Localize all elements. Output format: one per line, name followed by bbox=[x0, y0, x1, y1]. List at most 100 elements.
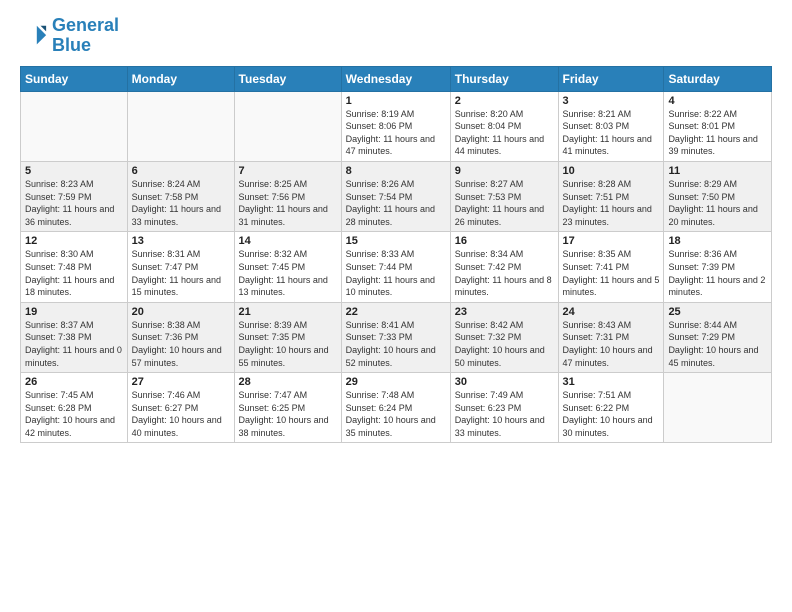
calendar-cell: 28Sunrise: 7:47 AM Sunset: 6:25 PM Dayli… bbox=[234, 373, 341, 443]
calendar-cell: 5Sunrise: 8:23 AM Sunset: 7:59 PM Daylig… bbox=[21, 161, 128, 231]
day-info: Sunrise: 8:34 AM Sunset: 7:42 PM Dayligh… bbox=[455, 248, 554, 298]
calendar-table: SundayMondayTuesdayWednesdayThursdayFrid… bbox=[20, 66, 772, 444]
calendar-cell: 22Sunrise: 8:41 AM Sunset: 7:33 PM Dayli… bbox=[341, 302, 450, 372]
calendar-cell: 21Sunrise: 8:39 AM Sunset: 7:35 PM Dayli… bbox=[234, 302, 341, 372]
day-info: Sunrise: 8:43 AM Sunset: 7:31 PM Dayligh… bbox=[563, 319, 660, 369]
calendar-cell: 16Sunrise: 8:34 AM Sunset: 7:42 PM Dayli… bbox=[450, 232, 558, 302]
day-number: 7 bbox=[239, 165, 337, 177]
day-info: Sunrise: 7:46 AM Sunset: 6:27 PM Dayligh… bbox=[132, 389, 230, 439]
day-number: 17 bbox=[563, 235, 660, 247]
calendar-cell bbox=[127, 91, 234, 161]
logo-text: General Blue bbox=[52, 16, 119, 56]
calendar-cell: 19Sunrise: 8:37 AM Sunset: 7:38 PM Dayli… bbox=[21, 302, 128, 372]
day-number: 19 bbox=[25, 306, 123, 318]
day-number: 30 bbox=[455, 376, 554, 388]
weekday-header-tuesday: Tuesday bbox=[234, 66, 341, 91]
calendar-week-row: 26Sunrise: 7:45 AM Sunset: 6:28 PM Dayli… bbox=[21, 373, 772, 443]
weekday-header-saturday: Saturday bbox=[664, 66, 772, 91]
day-number: 22 bbox=[346, 306, 446, 318]
calendar-cell: 17Sunrise: 8:35 AM Sunset: 7:41 PM Dayli… bbox=[558, 232, 664, 302]
day-number: 21 bbox=[239, 306, 337, 318]
day-number: 9 bbox=[455, 165, 554, 177]
calendar-cell: 1Sunrise: 8:19 AM Sunset: 8:06 PM Daylig… bbox=[341, 91, 450, 161]
weekday-header-friday: Friday bbox=[558, 66, 664, 91]
day-info: Sunrise: 7:48 AM Sunset: 6:24 PM Dayligh… bbox=[346, 389, 446, 439]
calendar-cell: 24Sunrise: 8:43 AM Sunset: 7:31 PM Dayli… bbox=[558, 302, 664, 372]
day-number: 23 bbox=[455, 306, 554, 318]
day-info: Sunrise: 7:51 AM Sunset: 6:22 PM Dayligh… bbox=[563, 389, 660, 439]
day-number: 20 bbox=[132, 306, 230, 318]
calendar-cell bbox=[664, 373, 772, 443]
day-info: Sunrise: 8:25 AM Sunset: 7:56 PM Dayligh… bbox=[239, 178, 337, 228]
calendar-cell: 11Sunrise: 8:29 AM Sunset: 7:50 PM Dayli… bbox=[664, 161, 772, 231]
day-number: 26 bbox=[25, 376, 123, 388]
day-info: Sunrise: 8:27 AM Sunset: 7:53 PM Dayligh… bbox=[455, 178, 554, 228]
day-info: Sunrise: 8:31 AM Sunset: 7:47 PM Dayligh… bbox=[132, 248, 230, 298]
day-number: 24 bbox=[563, 306, 660, 318]
day-number: 29 bbox=[346, 376, 446, 388]
calendar-cell: 13Sunrise: 8:31 AM Sunset: 7:47 PM Dayli… bbox=[127, 232, 234, 302]
day-info: Sunrise: 8:26 AM Sunset: 7:54 PM Dayligh… bbox=[346, 178, 446, 228]
day-info: Sunrise: 8:24 AM Sunset: 7:58 PM Dayligh… bbox=[132, 178, 230, 228]
day-number: 13 bbox=[132, 235, 230, 247]
calendar-cell bbox=[234, 91, 341, 161]
calendar-cell: 31Sunrise: 7:51 AM Sunset: 6:22 PM Dayli… bbox=[558, 373, 664, 443]
calendar-cell: 25Sunrise: 8:44 AM Sunset: 7:29 PM Dayli… bbox=[664, 302, 772, 372]
weekday-header-monday: Monday bbox=[127, 66, 234, 91]
day-number: 4 bbox=[668, 95, 767, 107]
day-number: 1 bbox=[346, 95, 446, 107]
weekday-header-row: SundayMondayTuesdayWednesdayThursdayFrid… bbox=[21, 66, 772, 91]
day-info: Sunrise: 7:47 AM Sunset: 6:25 PM Dayligh… bbox=[239, 389, 337, 439]
day-number: 16 bbox=[455, 235, 554, 247]
calendar-cell: 26Sunrise: 7:45 AM Sunset: 6:28 PM Dayli… bbox=[21, 373, 128, 443]
calendar-cell: 15Sunrise: 8:33 AM Sunset: 7:44 PM Dayli… bbox=[341, 232, 450, 302]
day-number: 8 bbox=[346, 165, 446, 177]
calendar-week-row: 19Sunrise: 8:37 AM Sunset: 7:38 PM Dayli… bbox=[21, 302, 772, 372]
day-info: Sunrise: 8:28 AM Sunset: 7:51 PM Dayligh… bbox=[563, 178, 660, 228]
day-number: 27 bbox=[132, 376, 230, 388]
calendar-week-row: 5Sunrise: 8:23 AM Sunset: 7:59 PM Daylig… bbox=[21, 161, 772, 231]
day-info: Sunrise: 8:32 AM Sunset: 7:45 PM Dayligh… bbox=[239, 248, 337, 298]
day-info: Sunrise: 8:33 AM Sunset: 7:44 PM Dayligh… bbox=[346, 248, 446, 298]
day-number: 15 bbox=[346, 235, 446, 247]
day-number: 31 bbox=[563, 376, 660, 388]
calendar-cell: 27Sunrise: 7:46 AM Sunset: 6:27 PM Dayli… bbox=[127, 373, 234, 443]
calendar-cell: 6Sunrise: 8:24 AM Sunset: 7:58 PM Daylig… bbox=[127, 161, 234, 231]
day-info: Sunrise: 8:39 AM Sunset: 7:35 PM Dayligh… bbox=[239, 319, 337, 369]
calendar-week-row: 12Sunrise: 8:30 AM Sunset: 7:48 PM Dayli… bbox=[21, 232, 772, 302]
calendar-cell: 2Sunrise: 8:20 AM Sunset: 8:04 PM Daylig… bbox=[450, 91, 558, 161]
weekday-header-wednesday: Wednesday bbox=[341, 66, 450, 91]
day-info: Sunrise: 7:45 AM Sunset: 6:28 PM Dayligh… bbox=[25, 389, 123, 439]
day-info: Sunrise: 8:37 AM Sunset: 7:38 PM Dayligh… bbox=[25, 319, 123, 369]
calendar-cell: 12Sunrise: 8:30 AM Sunset: 7:48 PM Dayli… bbox=[21, 232, 128, 302]
day-info: Sunrise: 8:38 AM Sunset: 7:36 PM Dayligh… bbox=[132, 319, 230, 369]
day-number: 2 bbox=[455, 95, 554, 107]
header: General Blue bbox=[20, 16, 772, 56]
calendar-cell bbox=[21, 91, 128, 161]
calendar-cell: 14Sunrise: 8:32 AM Sunset: 7:45 PM Dayli… bbox=[234, 232, 341, 302]
day-number: 5 bbox=[25, 165, 123, 177]
day-number: 3 bbox=[563, 95, 660, 107]
calendar-cell: 4Sunrise: 8:22 AM Sunset: 8:01 PM Daylig… bbox=[664, 91, 772, 161]
page: General Blue SundayMondayTuesdayWednesda… bbox=[0, 0, 792, 612]
day-number: 12 bbox=[25, 235, 123, 247]
day-number: 25 bbox=[668, 306, 767, 318]
day-info: Sunrise: 7:49 AM Sunset: 6:23 PM Dayligh… bbox=[455, 389, 554, 439]
day-info: Sunrise: 8:23 AM Sunset: 7:59 PM Dayligh… bbox=[25, 178, 123, 228]
day-info: Sunrise: 8:30 AM Sunset: 7:48 PM Dayligh… bbox=[25, 248, 123, 298]
day-info: Sunrise: 8:19 AM Sunset: 8:06 PM Dayligh… bbox=[346, 108, 446, 158]
day-info: Sunrise: 8:21 AM Sunset: 8:03 PM Dayligh… bbox=[563, 108, 660, 158]
logo: General Blue bbox=[20, 16, 119, 56]
day-info: Sunrise: 8:36 AM Sunset: 7:39 PM Dayligh… bbox=[668, 248, 767, 298]
day-info: Sunrise: 8:20 AM Sunset: 8:04 PM Dayligh… bbox=[455, 108, 554, 158]
day-info: Sunrise: 8:41 AM Sunset: 7:33 PM Dayligh… bbox=[346, 319, 446, 369]
day-info: Sunrise: 8:44 AM Sunset: 7:29 PM Dayligh… bbox=[668, 319, 767, 369]
calendar-cell: 30Sunrise: 7:49 AM Sunset: 6:23 PM Dayli… bbox=[450, 373, 558, 443]
day-number: 14 bbox=[239, 235, 337, 247]
day-info: Sunrise: 8:29 AM Sunset: 7:50 PM Dayligh… bbox=[668, 178, 767, 228]
day-number: 18 bbox=[668, 235, 767, 247]
day-number: 10 bbox=[563, 165, 660, 177]
calendar-cell: 3Sunrise: 8:21 AM Sunset: 8:03 PM Daylig… bbox=[558, 91, 664, 161]
calendar-cell: 10Sunrise: 8:28 AM Sunset: 7:51 PM Dayli… bbox=[558, 161, 664, 231]
day-info: Sunrise: 8:42 AM Sunset: 7:32 PM Dayligh… bbox=[455, 319, 554, 369]
